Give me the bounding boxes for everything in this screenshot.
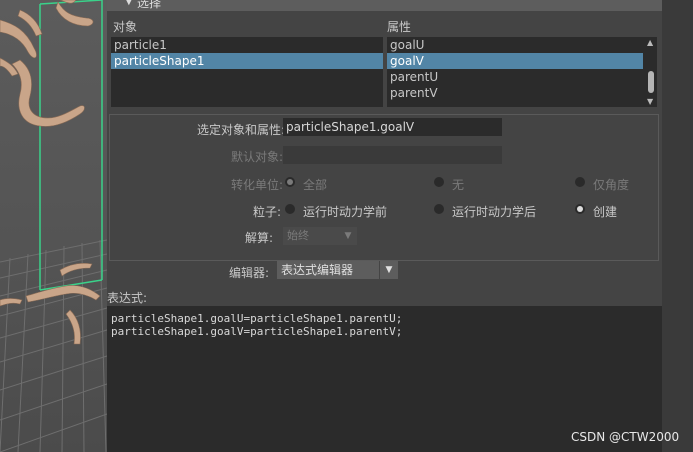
scroll-up-icon[interactable]: ▲ xyxy=(647,38,653,47)
particle-after-label: 运行时动力学后 xyxy=(452,205,537,219)
section-title: 选择 xyxy=(137,0,162,10)
watermark: CSDN @CTW2000 xyxy=(571,430,680,444)
scroll-down-icon[interactable]: ▼ xyxy=(647,97,653,106)
expression-settings-group xyxy=(109,114,659,261)
scrollbar-thumb[interactable] xyxy=(648,71,654,93)
list-item[interactable]: goalV xyxy=(387,53,643,69)
selection-section-header[interactable]: ▼ 选择 xyxy=(107,0,662,11)
selected-object-attr-label: 选定对象和属性: xyxy=(197,123,286,137)
list-item[interactable]: parentU xyxy=(387,69,643,85)
objects-list[interactable]: particle1 particleShape1 xyxy=(111,37,383,107)
default-object-field xyxy=(283,146,502,164)
particle-creation-radio[interactable] xyxy=(575,204,585,214)
particle-before-label: 运行时动力学前 xyxy=(303,205,388,219)
list-item[interactable]: parentV xyxy=(387,85,643,101)
evaluation-label: 解算: xyxy=(245,231,274,245)
evaluation-dropdown: 始终 ▼ xyxy=(283,227,357,245)
convert-units-all-label: 全部 xyxy=(303,178,328,192)
default-object-label: 默认对象: xyxy=(231,150,284,164)
attributes-scrollbar[interactable]: ▲ ▼ xyxy=(645,37,657,107)
viewport-3d[interactable] xyxy=(0,0,107,452)
viewport-scene xyxy=(0,0,107,452)
convert-units-none-radio xyxy=(434,177,444,187)
dropdown-arrow-icon[interactable]: ▼ xyxy=(379,261,398,279)
convert-units-label: 转化单位: xyxy=(231,178,284,192)
convert-units-none-label: 无 xyxy=(452,178,465,192)
dropdown-arrow-icon: ▼ xyxy=(339,227,357,245)
particle-label: 粒子: xyxy=(253,205,282,219)
editor-label: 编辑器: xyxy=(229,266,270,280)
list-item[interactable]: particle1 xyxy=(111,37,383,53)
window-edge xyxy=(662,0,693,452)
editor-dropdown[interactable]: 表达式编辑器 ▼ xyxy=(277,261,398,279)
evaluation-value: 始终 xyxy=(287,229,309,242)
selected-object-attr-field[interactable]: particleShape1.goalV xyxy=(283,118,502,136)
objects-label: 对象 xyxy=(113,20,138,34)
particle-creation-label: 创建 xyxy=(593,205,618,219)
expression-label: 表达式: xyxy=(107,291,148,305)
attributes-list[interactable]: goalU goalV parentU parentV ▲ ▼ xyxy=(387,37,657,107)
convert-units-all-radio xyxy=(285,177,295,187)
ground-grid xyxy=(0,239,107,452)
convert-units-angular-label: 仅角度 xyxy=(593,178,630,192)
selection-wireframe xyxy=(39,0,103,291)
particle-after-radio[interactable] xyxy=(434,204,444,214)
convert-units-angular-radio xyxy=(575,177,585,187)
particle-before-radio[interactable] xyxy=(285,204,295,214)
expression-line: particleShape1.goalV=particleShape1.pare… xyxy=(111,325,403,338)
list-item[interactable]: particleShape1 xyxy=(111,53,383,69)
expression-editor-panel: ▼ 选择 对象 属性 particle1 particleShape1 goal… xyxy=(107,0,662,452)
list-item[interactable]: goalU xyxy=(387,37,643,53)
editor-value: 表达式编辑器 xyxy=(281,263,354,277)
expression-line: particleShape1.goalU=particleShape1.pare… xyxy=(111,312,403,325)
triangle-down-icon: ▼ xyxy=(125,0,133,7)
attributes-label: 属性 xyxy=(387,20,412,34)
